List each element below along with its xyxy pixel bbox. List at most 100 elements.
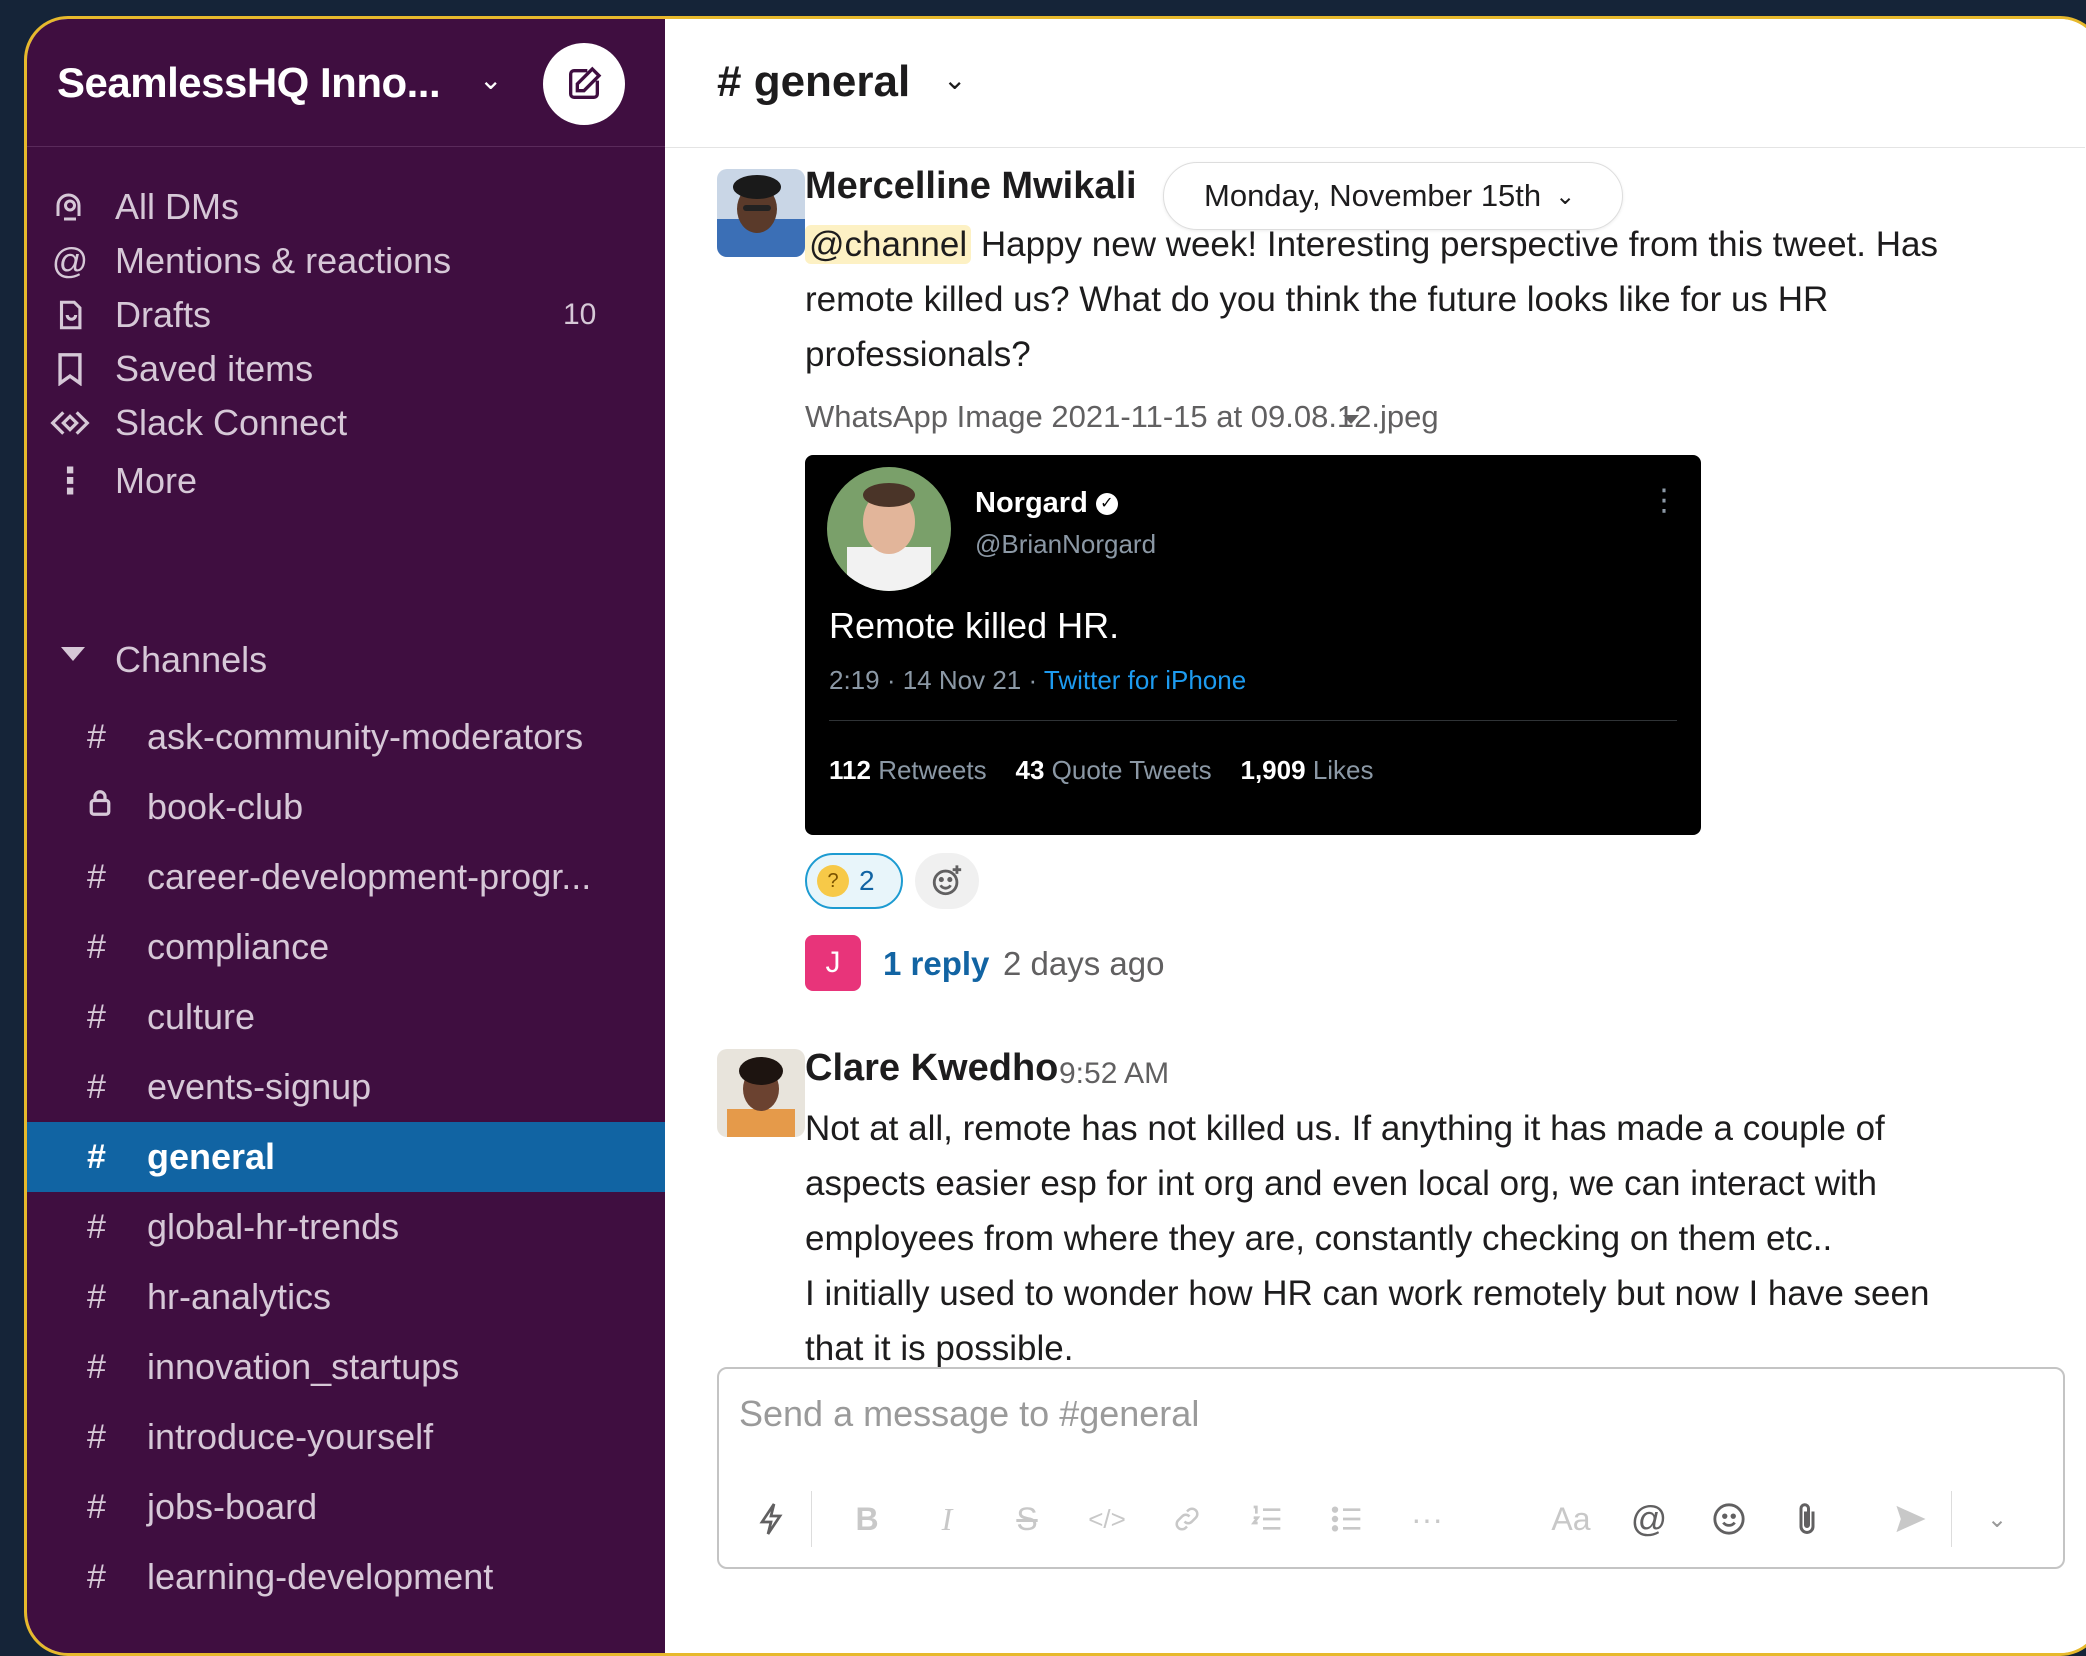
italic-icon[interactable]: I	[923, 1495, 971, 1543]
add-reaction-button[interactable]	[915, 853, 979, 909]
channel-item[interactable]: # learning-development	[27, 1542, 665, 1612]
thread-replies-link[interactable]: 1 reply	[883, 945, 989, 983]
tweet-source: Twitter for iPhone	[1043, 665, 1247, 695]
emoji-icon[interactable]	[1705, 1495, 1753, 1543]
message-author[interactable]: Mercelline Mwikali	[805, 165, 1137, 208]
send-icon[interactable]	[1887, 1495, 1935, 1543]
nav-label: Drafts	[115, 294, 212, 335]
hash-icon: #	[87, 857, 106, 896]
channel-header: # general ⌄	[665, 19, 2085, 148]
channel-label: introduce-yourself	[147, 1416, 434, 1457]
channel-item[interactable]: book-club	[27, 772, 665, 842]
channel-item[interactable]: # compliance	[27, 912, 665, 982]
strikethrough-icon[interactable]: S	[1003, 1495, 1051, 1543]
channel-label: learning-development	[147, 1556, 494, 1597]
channel-item[interactable]: # jobs-board	[27, 1472, 665, 1542]
channel-item-active[interactable]: # general	[27, 1122, 665, 1192]
reaction-thinking[interactable]: ? 2	[805, 853, 903, 909]
tweet-avatar	[827, 467, 951, 591]
message-text: employees from where they are, constantl…	[805, 1219, 1833, 1258]
message-text: I initially used to wonder how HR can wo…	[805, 1274, 1930, 1313]
message-text: remote killed us? What do you think the …	[805, 280, 1829, 319]
hash-icon: #	[87, 1277, 106, 1316]
chevron-down-icon[interactable]: ⌄	[479, 63, 502, 96]
mention-icon[interactable]: @	[1625, 1495, 1673, 1543]
reply-avatar[interactable]: J	[805, 935, 861, 991]
nav-more[interactable]: ⋮ More	[27, 451, 665, 511]
hash-icon: #	[87, 1557, 106, 1596]
channel-label: ask-community-moderators	[147, 716, 584, 757]
lock-icon	[87, 788, 113, 827]
channel-mention[interactable]: @channel	[805, 225, 972, 264]
message-composer: B I S </> ··· Aa @	[717, 1367, 2065, 1569]
channel-title[interactable]: # general	[717, 57, 910, 107]
image-attachment[interactable]: Norgard ✓ @BrianNorgard ⋮ Remote killed …	[805, 455, 1701, 835]
toolbar-divider	[1951, 1491, 1952, 1547]
channel-item[interactable]: # events-signup	[27, 1052, 665, 1122]
message-input[interactable]	[739, 1393, 1939, 1435]
hash-icon: #	[87, 1417, 106, 1456]
verified-icon: ✓	[1095, 493, 1118, 516]
hash-icon: #	[87, 1487, 106, 1526]
channel-item[interactable]: # innovation_startups	[27, 1332, 665, 1402]
channel-item[interactable]: # introduce-yourself	[27, 1402, 665, 1472]
more-horizontal-icon[interactable]: ···	[1403, 1495, 1451, 1543]
hash-icon: #	[87, 1207, 106, 1246]
channel-label: hr-analytics	[147, 1276, 332, 1317]
more-vertical-icon: ⋮	[1649, 484, 1679, 517]
avatar[interactable]	[717, 169, 805, 257]
bookmark-icon	[49, 348, 91, 390]
channel-label: global-hr-trends	[147, 1206, 400, 1247]
tweet-stats: 112 Retweets 43 Quote Tweets 1,909 Likes	[829, 755, 1374, 785]
message-author[interactable]: Clare Kwedho	[805, 1047, 1058, 1090]
nav-saved-items[interactable]: Saved items	[27, 339, 665, 399]
channel-item[interactable]: # culture	[27, 982, 665, 1052]
more-vertical-icon: ⋮	[52, 460, 88, 501]
attachment-icon[interactable]	[1783, 1495, 1831, 1543]
channel-label: innovation_startups	[147, 1346, 460, 1387]
hash-icon: #	[87, 1347, 106, 1386]
bulleted-list-icon[interactable]	[1323, 1495, 1371, 1543]
channel-item[interactable]: # ask-community-moderators	[27, 702, 665, 772]
avatar[interactable]	[717, 1049, 805, 1137]
nav-label: All DMs	[115, 186, 239, 227]
caret-down-icon[interactable]	[1343, 415, 1359, 424]
workspace-name[interactable]: SeamlessHQ Inno...	[57, 59, 441, 107]
message-timestamp[interactable]: 9:52 AM	[1059, 1057, 1169, 1091]
nav-slack-connect[interactable]: Slack Connect	[27, 393, 665, 453]
shortcuts-icon[interactable]	[747, 1495, 795, 1543]
link-icon[interactable]	[1163, 1495, 1211, 1543]
nav-drafts[interactable]: Drafts 10	[27, 285, 665, 345]
channel-label: career-development-progr...	[147, 856, 592, 897]
channels-header-label: Channels	[115, 639, 268, 680]
add-emoji-icon	[932, 865, 962, 896]
channel-item[interactable]: # career-development-progr...	[27, 842, 665, 912]
hash-icon: #	[87, 717, 106, 756]
channel-item[interactable]: # global-hr-trends	[27, 1192, 665, 1262]
thread-last-reply: 2 days ago	[1003, 945, 1165, 982]
tweet-meta: 2:19 · 14 Nov 21 · Twitter for iPhone	[829, 665, 1247, 695]
nav-all-dms[interactable]: All DMs	[27, 177, 665, 237]
drafts-icon	[49, 294, 91, 336]
sidebar: SeamlessHQ Inno... ⌄ All DMs @ Mentions …	[27, 19, 665, 1653]
formatting-toggle[interactable]: Aa	[1547, 1495, 1595, 1543]
channel-item[interactable]: # hr-analytics	[27, 1262, 665, 1332]
message-text: Happy new week! Interesting perspective …	[971, 225, 1938, 264]
channel-label: general	[147, 1136, 276, 1177]
date-label: Monday, November 15th	[1204, 178, 1542, 213]
hash-icon: #	[87, 997, 106, 1036]
nav-label: Slack Connect	[115, 402, 348, 443]
chevron-down-icon[interactable]: ⌄	[943, 63, 966, 96]
nav-label: Saved items	[115, 348, 314, 389]
bold-icon[interactable]: B	[843, 1495, 891, 1543]
message-body: @channel Happy new week! Interesting per…	[805, 217, 2055, 382]
code-icon[interactable]: </>	[1083, 1495, 1131, 1543]
channels-section-header[interactable]: Channels	[27, 631, 665, 691]
ordered-list-icon[interactable]	[1243, 1495, 1291, 1543]
nav-mentions[interactable]: @ Mentions & reactions	[27, 231, 665, 291]
chevron-down-icon[interactable]: ⌄	[1973, 1495, 2021, 1543]
tweet-handle: @BrianNorgard	[975, 529, 1157, 559]
nav-label: More	[115, 460, 198, 501]
compose-button[interactable]	[543, 43, 625, 125]
compose-icon	[569, 66, 602, 99]
